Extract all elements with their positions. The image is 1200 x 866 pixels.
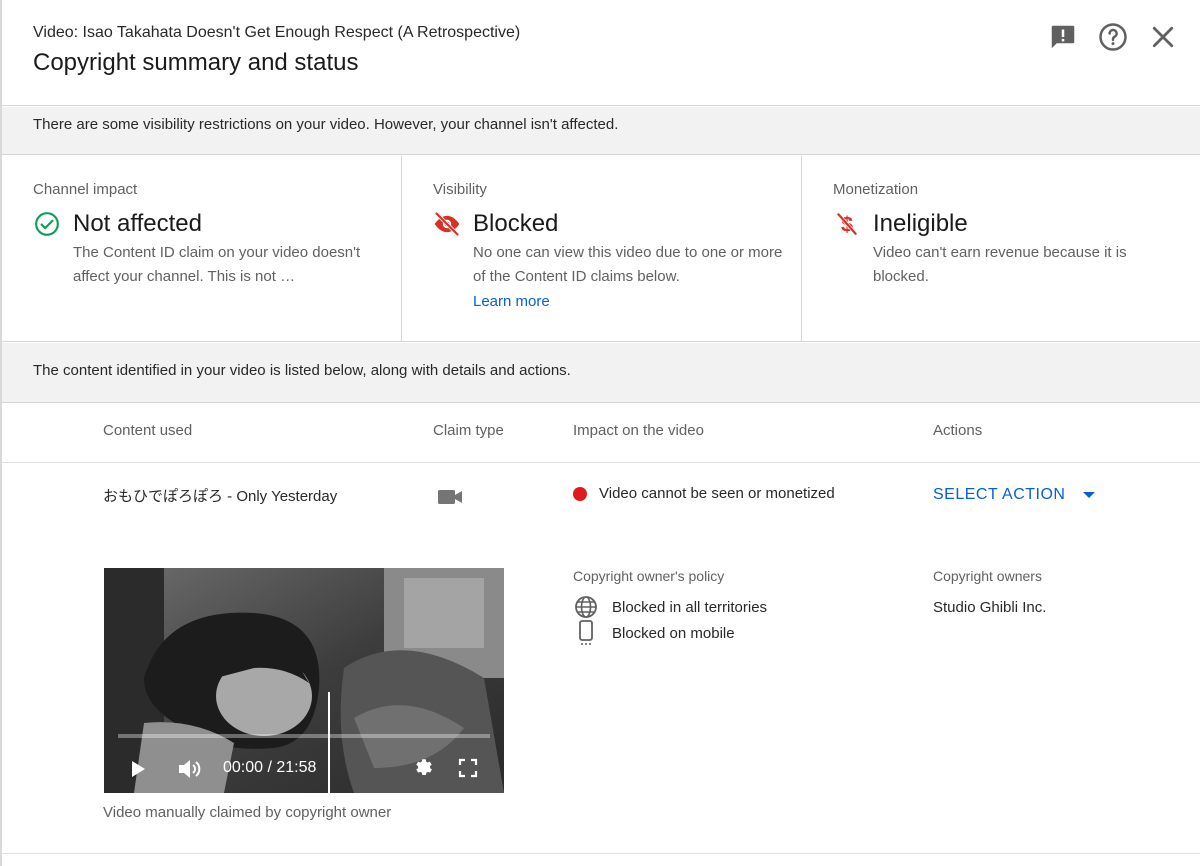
copyright-dialog: Video: Isao Takahata Doesn't Get Enough …	[0, 0, 1200, 866]
dialog-header: Video: Isao Takahata Doesn't Get Enough …	[2, 0, 1200, 106]
dialog-title: Copyright summary and status	[33, 49, 359, 76]
claim-caption: Video manually claimed by copyright owne…	[103, 804, 392, 821]
card-status-text: Ineligible	[873, 210, 968, 237]
header-actions	[1048, 22, 1178, 52]
close-icon[interactable]	[1148, 22, 1178, 52]
progress-track[interactable]	[118, 734, 490, 738]
content-info-bar: The content identified in your video is …	[2, 343, 1200, 403]
video-title: Video: Isao Takahata Doesn't Get Enough …	[33, 24, 521, 41]
header-claim-type: Claim type	[433, 422, 504, 439]
settings-gear-icon[interactable]	[413, 757, 435, 784]
impact-text: Video cannot be seen or monetized	[599, 485, 835, 502]
dollar-off-icon: $	[833, 210, 861, 238]
card-description: The Content ID claim on your video doesn…	[73, 244, 361, 285]
check-circle-icon	[33, 210, 61, 238]
card-status: $ Ineligible	[833, 210, 1170, 238]
owners-label: Copyright owners	[933, 568, 1042, 584]
card-description: No one can view this video due to one or…	[473, 244, 783, 285]
card-status-text: Not affected	[73, 210, 202, 237]
status-dot	[573, 486, 587, 501]
learn-more-link[interactable]: Learn more	[473, 293, 550, 310]
summary-cards: Channel impact Not affected The Content …	[2, 156, 1200, 342]
feedback-icon[interactable]	[1048, 22, 1078, 52]
content-used-title: おもひでぽろぽろ - Only Yesterday	[103, 488, 338, 505]
policy-item-mobile: Blocked on mobile	[573, 620, 735, 645]
card-status-text: Blocked	[473, 210, 559, 237]
timecode: 00:00 / 21:58	[223, 759, 317, 776]
globe-icon	[573, 595, 599, 619]
policy-text: Blocked on mobile	[612, 624, 735, 642]
card-status: Not affected	[33, 210, 371, 238]
help-icon[interactable]	[1098, 22, 1128, 52]
card-label: Monetization	[833, 181, 919, 198]
policy-item-territories: Blocked in all territories	[573, 595, 767, 619]
channel-impact-card: Channel impact Not affected The Content …	[2, 156, 402, 341]
card-status: Blocked	[433, 210, 771, 238]
header-impact: Impact on the video	[573, 422, 704, 439]
table-row: おもひでぽろぽろ - Only Yesterday Video cannot b…	[2, 464, 1200, 854]
claims-table-header: Content used Claim type Impact on the vi…	[2, 404, 1200, 463]
impact-status: Video cannot be seen or monetized	[573, 485, 835, 502]
mobile-icon	[573, 620, 599, 645]
card-description: Video can't earn revenue because it is b…	[873, 244, 1127, 285]
owner-name: Studio Ghibli Inc.	[933, 599, 1047, 616]
policy-text: Blocked in all territories	[612, 598, 768, 616]
fullscreen-icon[interactable]	[458, 758, 478, 783]
policy-label: Copyright owner's policy	[573, 568, 725, 584]
video-preview[interactable]: 00:00 / 21:58	[104, 568, 504, 793]
visibility-card: Visibility Blocked No one can view this …	[402, 156, 802, 341]
header-content-used: Content used	[103, 422, 193, 439]
volume-icon[interactable]	[177, 758, 203, 785]
card-label: Visibility	[433, 181, 487, 198]
visibility-notice: There are some visibility restrictions o…	[2, 107, 1200, 155]
select-action-label: SELECT ACTION	[933, 486, 1066, 503]
card-label: Channel impact	[33, 181, 138, 198]
chevron-down-icon	[1083, 492, 1096, 498]
player-controls: 00:00 / 21:58	[104, 748, 504, 788]
play-icon[interactable]	[130, 760, 146, 783]
video-camera-icon	[437, 487, 463, 507]
monetization-card: Monetization $ Ineligible Video can't ea…	[802, 156, 1200, 341]
select-action-button[interactable]: SELECT ACTION	[933, 486, 1096, 504]
eye-off-icon	[433, 210, 461, 238]
header-actions: Actions	[933, 422, 983, 439]
